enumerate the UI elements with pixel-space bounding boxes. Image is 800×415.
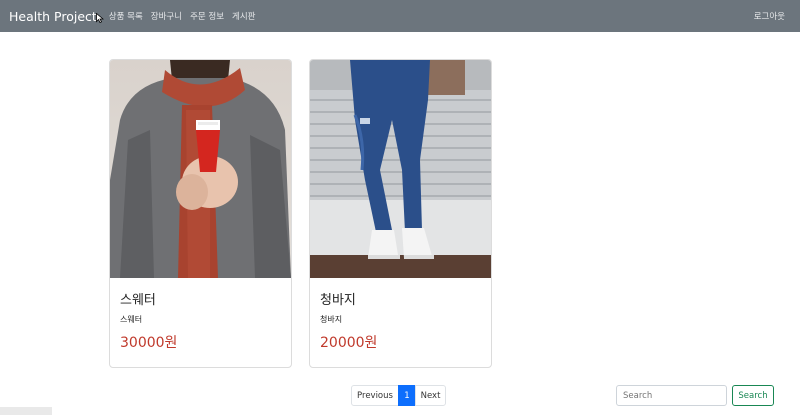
logout-link[interactable]: 로그아웃: [754, 10, 785, 22]
product-title: 청바지: [320, 293, 356, 308]
product-description: 스웨터: [120, 315, 143, 324]
previous-page-button[interactable]: Previous: [351, 385, 399, 406]
product-card-sweater[interactable]: 스웨터 스웨터 30000원: [109, 59, 292, 368]
product-description: 청바지: [320, 315, 343, 324]
product-card-jeans[interactable]: 청바지 청바지 20000원: [309, 59, 492, 368]
bottom-scroll-region: [0, 407, 52, 415]
top-navbar: Health Project 상품 목록 장바구니 주문 정보 게시판 로그아웃: [0, 0, 800, 32]
nav-link-orders[interactable]: 주문 정보: [190, 10, 224, 22]
pagination: Previous 1 Next: [351, 385, 446, 406]
jeans-photo[interactable]: [310, 60, 491, 278]
product-price: 20000원: [320, 335, 378, 351]
product-title: 스웨터: [120, 293, 156, 308]
sweater-photo[interactable]: [110, 60, 291, 278]
page-1-button[interactable]: 1: [398, 385, 416, 406]
brand-link[interactable]: Health Project: [9, 9, 97, 24]
search-input[interactable]: [616, 385, 727, 406]
next-page-button[interactable]: Next: [415, 385, 446, 406]
mouse-cursor-icon: [96, 13, 104, 23]
nav-link-cart[interactable]: 장바구니: [151, 10, 182, 22]
product-price: 30000원: [120, 335, 178, 351]
nav-link-board[interactable]: 게시판: [232, 10, 255, 22]
search-button[interactable]: Search: [732, 385, 774, 406]
nav-link-products[interactable]: 상품 목록: [109, 10, 143, 22]
